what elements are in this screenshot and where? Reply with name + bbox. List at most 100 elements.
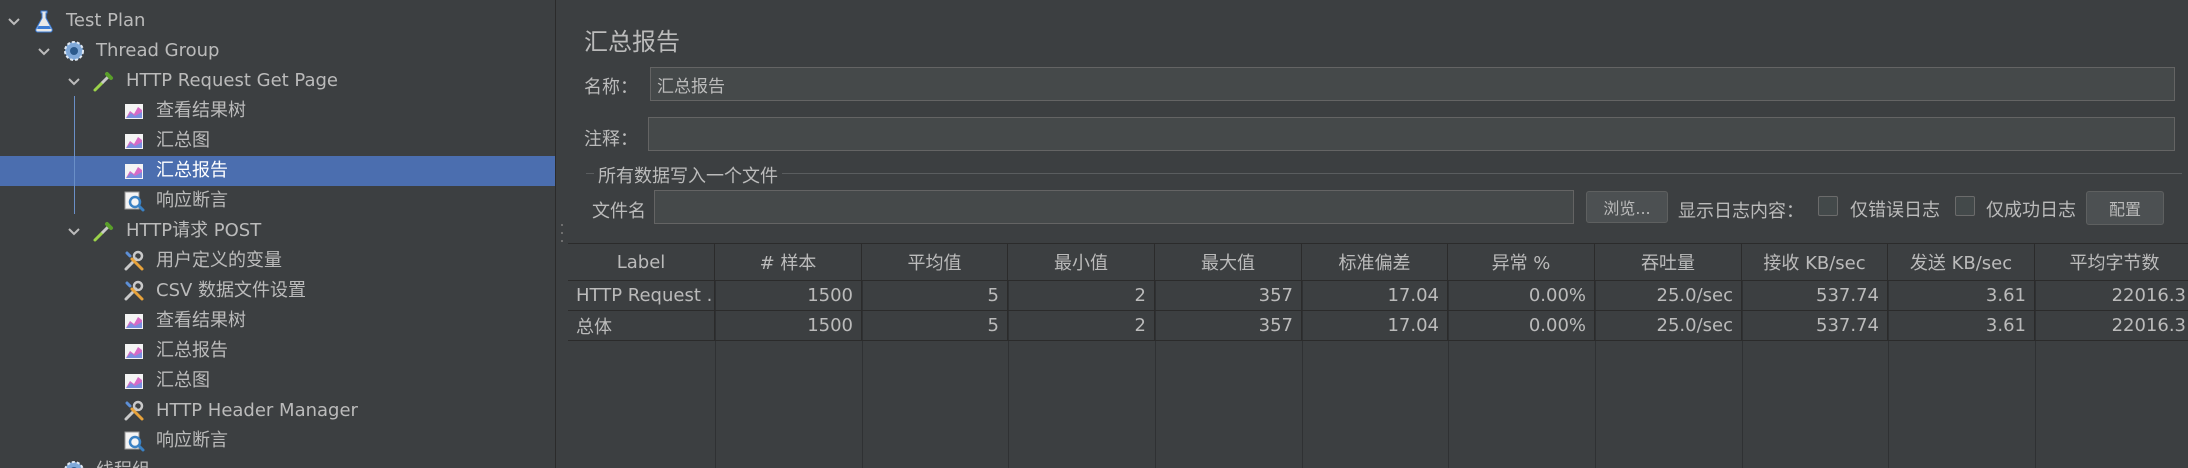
table-cell[interactable]: 3.61 [1888,281,2035,311]
column-header[interactable]: Label [568,244,715,281]
tree-item-label: 查看结果树 [156,100,246,121]
magnifier-icon [121,188,147,214]
listener-chart-icon [121,368,147,394]
tree-item-user-defined-variables[interactable]: 用户定义的变量 [0,246,555,276]
table-cell[interactable]: 1500 [715,281,862,311]
browse-button[interactable]: 浏览... [1586,191,1668,223]
column-header[interactable]: 异常 % [1448,244,1595,281]
tree-item-label: HTTP Header Manager [156,400,358,421]
wrench-icon [121,248,147,274]
table-cell[interactable]: 25.0/sec [1595,281,1742,311]
configure-button[interactable]: 配置 [2086,191,2164,225]
table-cell[interactable]: 357 [1155,281,1302,311]
chevron-down-icon[interactable] [66,73,82,89]
splitter-grip [561,224,563,226]
wrench-icon [121,278,147,304]
tree-item-view-results-tree-2[interactable]: 查看结果树 [0,306,555,336]
tree-item-label: 汇总报告 [156,160,228,181]
table-cell[interactable]: 0.00% [1448,281,1595,311]
table-cell[interactable]: 总体 [568,311,715,341]
tree-guide-line [74,96,75,214]
table-cell[interactable]: 2 [1008,281,1155,311]
table-cell[interactable]: 22016.3 [2035,311,2188,341]
tree-item-label: CSV 数据文件设置 [156,280,307,301]
tree-item-http-request-get-page[interactable]: HTTP Request Get Page [0,66,555,96]
tree-item-http-header-manager[interactable]: HTTP Header Manager [0,396,555,426]
listener-chart-icon [121,158,147,184]
pipette-icon [91,68,117,94]
chevron-down-icon[interactable] [66,223,82,239]
listener-chart-icon [121,308,147,334]
comment-field[interactable] [648,117,2175,151]
tree-item-view-results-tree-1[interactable]: 查看结果树 [0,96,555,126]
magnifier-icon [121,428,147,454]
filename-field[interactable] [654,190,1574,224]
filename-label: 文件名 [592,201,646,222]
tree-item-response-assertion-2[interactable]: 响应断言 [0,426,555,456]
column-header[interactable]: 平均字节数 [2035,244,2188,281]
table-cell[interactable]: 357 [1155,311,1302,341]
column-header[interactable]: 吞吐量 [1595,244,1742,281]
table-cell[interactable]: 5 [862,311,1008,341]
name-label: 名称： [584,77,638,98]
success-only-checkbox[interactable] [1955,196,1975,216]
tree-item-label: 汇总图 [156,130,210,151]
table-cell[interactable]: 17.04 [1302,281,1448,311]
column-header[interactable]: 标准偏差 [1302,244,1448,281]
tree-item-thread-group-2[interactable]: 线程组 [0,456,555,468]
errors-only-checkbox[interactable] [1818,196,1838,216]
tree-item-label: Test Plan [66,10,146,31]
test-plan-tree[interactable]: Test Plan Thread Group HTTP Request Get Pa… [0,0,555,468]
column-header[interactable]: 接收 KB/sec [1742,244,1888,281]
table-cell[interactable]: 537.74 [1742,281,1888,311]
table-cell[interactable]: 537.74 [1742,311,1888,341]
comment-label: 注释： [584,129,638,150]
tree-item-label: 线程组 [96,456,150,468]
tree-item-thread-group[interactable]: Thread Group [0,36,555,66]
table-cell[interactable]: 22016.3 [2035,281,2188,311]
chevron-down-icon[interactable] [6,13,22,29]
tree-item-response-assertion-1[interactable]: 响应断言 [0,186,555,216]
log-content-label: 显示日志内容： [1678,201,1804,222]
table-cell[interactable]: 17.04 [1302,311,1448,341]
column-header[interactable]: # 样本 [715,244,862,281]
listener-chart-icon [121,98,147,124]
tree-item-aggregate-graph-2[interactable]: 汇总图 [0,366,555,396]
tree-item-csv-data-set[interactable]: CSV 数据文件设置 [0,276,555,306]
tree-item-label: 汇总报告 [156,340,228,361]
tree-item-label: 汇总图 [156,370,210,391]
file-group-title: 所有数据写入一个文件 [594,162,782,188]
panel-splitter[interactable] [555,0,568,468]
tree-item-test-plan[interactable]: Test Plan [0,6,555,36]
column-header[interactable]: 平均值 [862,244,1008,281]
tree-item-summary-report-1[interactable]: 汇总报告 [0,156,555,186]
file-group-border [586,173,2182,174]
table-cell[interactable]: 2 [1008,311,1155,341]
chevron-down-icon[interactable] [36,463,52,468]
name-field[interactable] [650,67,2175,101]
pipette-icon [91,218,117,244]
summary-report-panel: 汇总报告 名称： 注释： 所有数据写入一个文件 文件名 浏览... 显示日志内容… [568,0,2188,468]
gear-icon [61,38,87,64]
table-cell[interactable]: HTTP Request ... [568,281,715,311]
gear-icon [61,458,87,468]
tree-item-http-request-post[interactable]: HTTP请求 POST [0,216,555,246]
success-only-label: 仅成功日志 [1986,200,2076,221]
tree-item-label: 查看结果树 [156,310,246,331]
table-cell[interactable]: 5 [862,281,1008,311]
table-cell[interactable]: 0.00% [1448,311,1595,341]
splitter-grip [561,240,563,242]
tree-item-summary-report-2[interactable]: 汇总报告 [0,336,555,366]
tree-item-label: HTTP请求 POST [126,220,262,241]
tree-item-aggregate-graph-1[interactable]: 汇总图 [0,126,555,156]
table-cell[interactable]: 3.61 [1888,311,2035,341]
table-cell[interactable]: 25.0/sec [1595,311,1742,341]
listener-chart-icon [121,128,147,154]
column-header[interactable]: 最小值 [1008,244,1155,281]
chevron-down-icon[interactable] [36,43,52,59]
table-cell[interactable]: 1500 [715,311,862,341]
wrench-icon [121,398,147,424]
column-header[interactable]: 最大值 [1155,244,1302,281]
column-header[interactable]: 发送 KB/sec [1888,244,2035,281]
splitter-grip [561,232,563,234]
